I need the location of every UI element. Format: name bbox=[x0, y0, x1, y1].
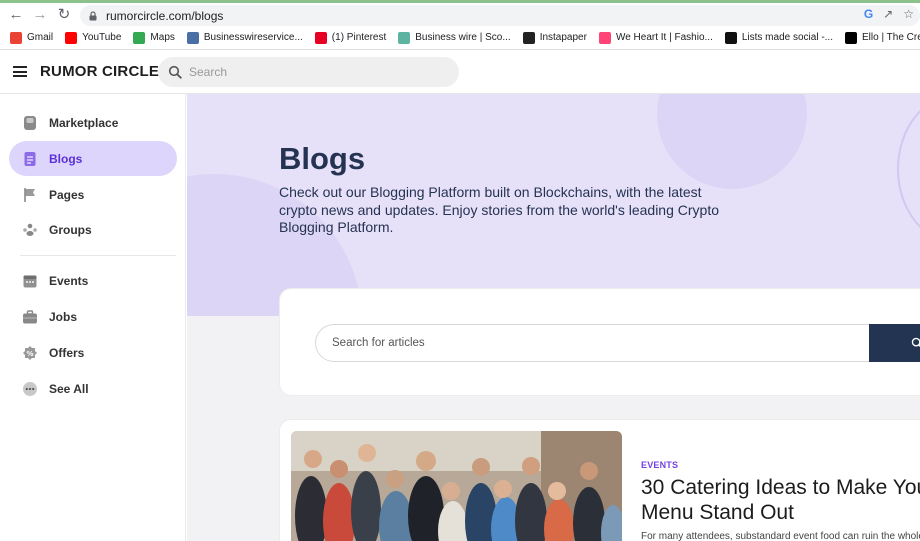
bookmark-item[interactable]: Maps bbox=[133, 31, 175, 44]
bookmark-item[interactable]: Gmail bbox=[10, 31, 54, 44]
search-icon bbox=[911, 337, 920, 348]
lock-icon bbox=[89, 10, 97, 20]
bookmark-item[interactable]: Lists made social -... bbox=[724, 31, 833, 44]
sidebar-item-label: See All bbox=[49, 381, 89, 396]
article-search-field[interactable] bbox=[315, 324, 870, 362]
share-icon[interactable]: ↗ bbox=[883, 7, 893, 21]
bookmark-label: Gmail bbox=[27, 32, 54, 43]
star-icon[interactable]: ☆ bbox=[903, 7, 914, 21]
sidebar-item-label: Events bbox=[49, 273, 89, 288]
sidebar-item-label: Marketplace bbox=[49, 115, 119, 130]
sidebar-item-pages[interactable]: Pages bbox=[9, 177, 177, 212]
calendar-icon bbox=[22, 273, 38, 289]
sidebar-item-label: Jobs bbox=[49, 309, 78, 324]
sidebar-item-label: Offers bbox=[49, 345, 85, 360]
youtube-icon bbox=[65, 31, 78, 44]
site-header: RUMOR CIRCLE bbox=[0, 50, 920, 94]
sidebar-item-label: Blogs bbox=[49, 151, 83, 166]
listly-icon bbox=[724, 31, 737, 44]
back-button[interactable]: ← bbox=[4, 3, 28, 25]
bookmark-label: (1) Pinterest bbox=[331, 32, 387, 43]
reload-button[interactable]: ↻ bbox=[52, 3, 76, 25]
bookmark-item[interactable]: YouTube bbox=[65, 31, 122, 44]
decorative-circle bbox=[657, 94, 807, 189]
bookmark-item[interactable]: (1) Pinterest bbox=[314, 31, 387, 44]
post-category[interactable]: EVENTS bbox=[641, 460, 678, 470]
page-title: Blogs bbox=[279, 141, 366, 176]
businesswire-icon bbox=[186, 31, 199, 44]
sidebar-item-marketplace[interactable]: Marketplace bbox=[9, 105, 177, 140]
bookmark-item[interactable]: Businesswireservice... bbox=[186, 31, 303, 44]
bookmark-item[interactable]: Ello | The Creators... bbox=[845, 31, 920, 44]
bookmark-label: Instapaper bbox=[539, 32, 587, 43]
google-icon[interactable]: G bbox=[864, 7, 873, 21]
post-thumbnail[interactable] bbox=[291, 431, 622, 541]
sidebar-item-offers[interactable]: % Offers bbox=[9, 335, 177, 370]
flag-icon bbox=[22, 187, 38, 203]
bookmark-label: Maps bbox=[150, 32, 175, 43]
weheartit-icon bbox=[598, 31, 611, 44]
document-icon bbox=[22, 151, 38, 167]
main-content: Blogs Check out our Blogging Platform bu… bbox=[187, 94, 920, 541]
sidebar-item-label: Pages bbox=[49, 187, 85, 202]
forward-button[interactable]: → bbox=[28, 3, 52, 25]
store-icon bbox=[22, 115, 38, 131]
post-title[interactable]: 30 Catering Ideas to Make Your Menu Stan… bbox=[641, 475, 920, 525]
sidebar-item-groups[interactable]: Groups bbox=[9, 212, 177, 247]
sidebar-item-see-all[interactable]: See All bbox=[9, 371, 177, 406]
bookmark-label: We Heart It | Fashio... bbox=[615, 32, 713, 43]
article-search-card bbox=[279, 288, 920, 396]
post-excerpt: For many attendees, substandard event fo… bbox=[641, 531, 920, 541]
article-search-button[interactable] bbox=[869, 324, 920, 362]
search-icon bbox=[168, 65, 182, 79]
site-logo[interactable]: RUMOR CIRCLE bbox=[40, 63, 159, 80]
page-subtitle: Check out our Blogging Platform built on… bbox=[279, 184, 720, 235]
sidebar-item-label: Groups bbox=[49, 222, 92, 237]
site-search-box[interactable] bbox=[158, 57, 459, 87]
sidebar-divider bbox=[20, 255, 176, 256]
browser-toolbar: ← → ↻ rumorcircle.com/blogs G ↗ ☆ bbox=[0, 0, 920, 26]
site-search-input[interactable] bbox=[189, 65, 449, 79]
bookmark-label: YouTube bbox=[82, 32, 122, 43]
scoopit-icon bbox=[398, 31, 411, 44]
bookmark-label: Lists made social -... bbox=[741, 32, 833, 43]
bookmark-label: Ello | The Creators... bbox=[862, 32, 920, 43]
menu-icon[interactable] bbox=[13, 66, 27, 77]
bookmark-label: Business wire | Sco... bbox=[415, 32, 511, 43]
svg-text:%: % bbox=[26, 350, 33, 358]
article-search-input[interactable] bbox=[332, 337, 852, 349]
bookmark-item[interactable]: Instapaper bbox=[522, 31, 587, 44]
ello-icon bbox=[845, 31, 857, 44]
pinterest-icon bbox=[314, 31, 327, 44]
sidebar: Marketplace Blogs Pages Groups Events Jo… bbox=[0, 94, 186, 541]
gmail-icon bbox=[10, 31, 22, 44]
decorative-circle bbox=[897, 94, 920, 244]
briefcase-icon bbox=[22, 309, 38, 325]
sidebar-item-jobs[interactable]: Jobs bbox=[9, 299, 177, 334]
blog-post-card[interactable]: EVENTS 30 Catering Ideas to Make Your Me… bbox=[279, 419, 920, 541]
bookmark-item[interactable]: We Heart It | Fashio... bbox=[598, 31, 713, 44]
address-bar[interactable]: rumorcircle.com/blogs G ↗ ☆ bbox=[80, 5, 920, 26]
sidebar-item-blogs[interactable]: Blogs bbox=[9, 141, 177, 176]
instapaper-icon bbox=[522, 31, 535, 44]
tag-icon: % bbox=[22, 345, 38, 361]
bookmarks-bar: Gmail YouTube Maps Businesswireservice... (1… bbox=[0, 26, 920, 50]
bookmark-item[interactable]: Business wire | Sco... bbox=[398, 31, 511, 44]
maps-icon bbox=[133, 31, 146, 44]
people-icon bbox=[22, 222, 38, 238]
bookmark-label: Businesswireservice... bbox=[203, 32, 303, 43]
sidebar-item-events[interactable]: Events bbox=[9, 263, 177, 298]
hero-banner: Blogs Check out our Blogging Platform bu… bbox=[187, 94, 920, 316]
url-text: rumorcircle.com/blogs bbox=[106, 8, 224, 23]
more-icon bbox=[22, 381, 38, 397]
